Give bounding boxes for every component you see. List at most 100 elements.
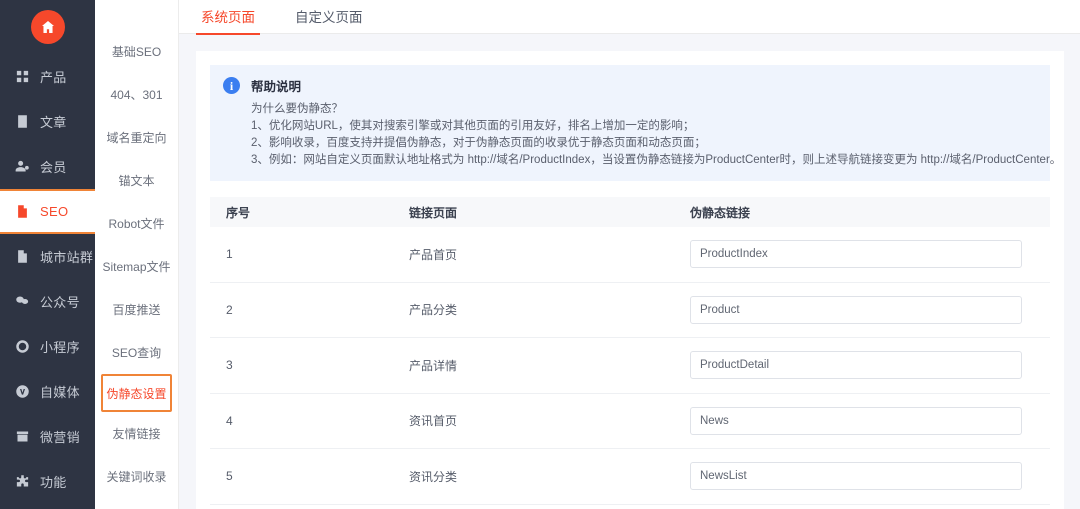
info-icon-glyph: i — [229, 78, 234, 93]
puzzle-icon — [14, 473, 31, 490]
badge-icon-glyph — [16, 385, 29, 398]
cell-page: 资讯分类 — [409, 469, 458, 484]
cell-index: 5 — [226, 469, 233, 484]
document-icon-glyph — [18, 115, 27, 128]
sidebar-item-label: 自媒体 — [40, 385, 80, 400]
help-lines: 为什么要伪静态？ 1、优化网站URL，使其对搜索引擎或对其他页面的引用友好，排名上… — [251, 101, 1061, 169]
main-area: 系统页面 自定义页面 i 帮助说明 为什么要伪静态？ 1、优化网站URL，使其对搜索… — [179, 0, 1080, 509]
table-row: 5 资讯分类 — [210, 449, 1050, 505]
grid-icon-glyph — [16, 70, 29, 83]
sidebar-item-3[interactable]: SEO — [0, 189, 95, 234]
store-icon-glyph — [16, 431, 29, 442]
cell-index: 4 — [226, 413, 233, 428]
secondary-nav-item-label: 伪静态设置 — [106, 386, 167, 401]
secondary-nav-item-label: Sitemap文件 — [102, 260, 171, 274]
content-card: i 帮助说明 为什么要伪静态？ 1、优化网站URL，使其对搜索引擎或对其他页面的引… — [196, 51, 1064, 509]
secondary-nav-list: 基础SEO 404、301 域名重定向 锚文本 Robot文件 Sitemap文件 百度推送… — [95, 30, 178, 498]
rewrite-link-input[interactable] — [690, 462, 1022, 491]
sidebar-item-9[interactable]: 功能 — [0, 459, 95, 504]
sidebar-item-label: 小程序 — [40, 340, 80, 355]
puzzle-icon-glyph — [16, 475, 29, 487]
secondary-nav-item-7[interactable]: SEO查询 — [95, 331, 178, 374]
page-icon — [14, 248, 31, 265]
cell-page: 产品分类 — [409, 303, 458, 318]
help-line-0: 为什么要伪静态？ — [251, 103, 343, 115]
help-line-1: 1、优化网站URL，使其对搜索引擎或对其他页面的引用友好，排名上增加一定的影响； — [251, 120, 695, 132]
grid-icon — [14, 68, 31, 85]
sidebar-item-label: 产品 — [40, 70, 67, 85]
sidebar-item-4[interactable]: 城市站群 — [0, 234, 95, 279]
sidebar-item-0[interactable]: 产品 — [0, 54, 95, 99]
home-icon[interactable] — [30, 10, 65, 44]
sidebar-item-label: 功能 — [40, 475, 67, 490]
sidebar-item-7[interactable]: 自媒体 — [0, 369, 95, 414]
secondary-nav-item-9[interactable]: 友情链接 — [95, 412, 178, 455]
sidebar-item-label: 会员 — [40, 160, 67, 175]
sidebar-item-6[interactable]: 小程序 — [0, 324, 95, 369]
rewrite-link-input[interactable] — [690, 406, 1022, 435]
sidebar-item-label: SEO — [40, 204, 69, 219]
secondary-nav-item-label: 基础SEO — [111, 45, 162, 59]
tab-list: 系统页面 自定义页面 — [196, 0, 398, 35]
help-body: 帮助说明 为什么要伪静态？ 1、优化网站URL，使其对搜索引擎或对其他页面的引用友… — [251, 76, 1061, 169]
secondary-nav-item-1[interactable]: 404、301 — [95, 73, 178, 116]
table-row — [210, 505, 1050, 509]
badge-icon — [14, 383, 31, 400]
secondary-nav-item-5[interactable]: Sitemap文件 — [95, 245, 178, 288]
rewrite-link-input[interactable] — [690, 295, 1022, 324]
column-header-page: 链接页面 — [409, 205, 458, 220]
sidebar-item-5[interactable]: 公众号 — [0, 279, 95, 324]
secondary-nav-item-0[interactable]: 基础SEO — [95, 30, 178, 73]
cell-link — [690, 240, 1050, 269]
secondary-nav-item-label: 友情链接 — [112, 427, 161, 441]
table-header-row: 序号 链接页面 伪静态链接 — [210, 197, 1050, 227]
secondary-nav-item-3[interactable]: 锚文本 — [95, 159, 178, 202]
secondary-nav-item-6[interactable]: 百度推送 — [95, 288, 178, 331]
sidebar-item-8[interactable]: 微营销 — [0, 414, 95, 459]
sidebar-item-label: 微营销 — [40, 430, 80, 445]
chat-icon-glyph — [16, 296, 29, 304]
secondary-nav-item-8[interactable]: 伪静态设置 — [101, 374, 172, 412]
info-icon: i — [223, 77, 240, 94]
cell-link — [690, 295, 1050, 324]
logo-container[interactable] — [0, 0, 95, 54]
table-row: 3 产品详情 — [210, 338, 1050, 394]
tab-0[interactable]: 系统页面 — [196, 0, 260, 35]
secondary-nav-item-10[interactable]: 关键词收录 — [95, 455, 178, 498]
secondary-nav-item-2[interactable]: 域名重定向 — [95, 116, 178, 159]
cell-link — [690, 406, 1050, 435]
sidebar-item-label: 城市站群 — [40, 250, 94, 265]
sidebar-item-label: 公众号 — [40, 295, 80, 310]
document-icon — [14, 113, 31, 130]
user-icon — [14, 158, 31, 175]
store-icon — [14, 428, 31, 445]
rewrite-link-input[interactable] — [690, 351, 1022, 380]
secondary-nav-item-label: 百度推送 — [112, 303, 161, 317]
column-header-link: 伪静态链接 — [690, 205, 751, 220]
table-body: 1 产品首页 2 产品分类 3 产品详情 4 资讯首页 5 资讯分类 — [210, 227, 1050, 509]
cell-page: 产品首页 — [409, 247, 458, 262]
secondary-nav-item-label: Robot文件 — [108, 217, 165, 231]
cell-page: 产品详情 — [409, 358, 458, 373]
help-title: 帮助说明 — [251, 80, 302, 94]
circle-app-icon-glyph — [16, 340, 29, 353]
cell-index: 2 — [226, 302, 233, 317]
sidebar-item-1[interactable]: 文章 — [0, 99, 95, 144]
sidebar-item-10[interactable]: 流量统计 — [0, 504, 95, 509]
tab-1[interactable]: 自定义页面 — [290, 0, 368, 35]
rewrite-link-input[interactable] — [690, 240, 1022, 269]
sidebar-item-label: 文章 — [40, 115, 67, 130]
content-region: i 帮助说明 为什么要伪静态？ 1、优化网站URL，使其对搜索引擎或对其他页面的引… — [179, 34, 1080, 509]
sidebar-item-2[interactable]: 会员 — [0, 144, 95, 189]
chat-icon — [14, 293, 31, 310]
cell-page: 资讯首页 — [409, 414, 458, 429]
seo-file-icon-glyph — [18, 205, 27, 218]
secondary-nav-item-4[interactable]: Robot文件 — [95, 202, 178, 245]
cell-index: 1 — [226, 247, 233, 262]
home-glyph — [41, 21, 54, 33]
help-line-2: 2、影响收录，百度支持并提倡伪静态，对于伪静态页面的收录优于静态页面和动态页面； — [251, 137, 706, 149]
table-row: 1 产品首页 — [210, 227, 1050, 283]
seo-file-icon — [14, 203, 31, 220]
secondary-nav-item-label: SEO查询 — [111, 346, 162, 360]
column-header-index: 序号 — [226, 205, 251, 220]
